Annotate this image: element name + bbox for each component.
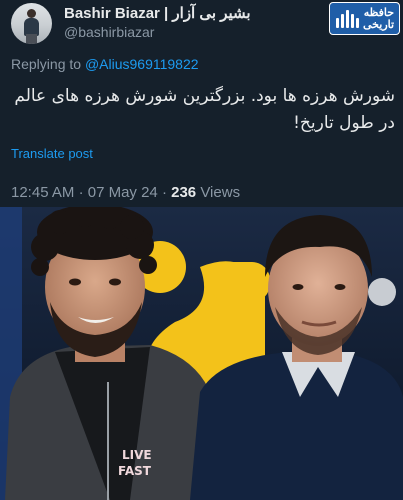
author-display-name[interactable]: Bashir Biazar | بشیر بی آزار [64, 4, 251, 22]
replying-to: Replying to @Alius969119822 [11, 56, 199, 72]
shirt-print-line2: FAST [118, 464, 152, 478]
logo-text: حافظه تاریخی [363, 6, 395, 31]
tweet-text: شورش هرزه ها بود. بزرگترین شورش هرزه های… [14, 86, 395, 133]
avatar-figure-head [27, 9, 36, 18]
author-handle[interactable]: @bashirbiazar [64, 24, 154, 40]
shirt-print-line1: LIVE [122, 448, 152, 462]
translate-post-link[interactable]: Translate post [11, 146, 93, 161]
views-count: 236 [171, 184, 197, 201]
author-name-row[interactable]: Bashir Biazar | بشیر بی آزار [64, 4, 251, 22]
replying-to-label: Replying to [11, 56, 82, 72]
meta-separator: · [78, 184, 88, 201]
avatar-figure-legs [26, 34, 37, 44]
tweet-date[interactable]: 07 May 24 [88, 184, 158, 201]
tweet-meta: 12:45 AM · 07 May 24 · 236 Views [11, 184, 240, 201]
hafeze-tarikhi-logo: حافظه تاریخی [329, 2, 400, 35]
views-label: Views [200, 184, 241, 201]
tweet-photo[interactable]: LIVE FAST [0, 207, 403, 500]
photo-illustration: LIVE FAST [0, 207, 403, 500]
tweet-time[interactable]: 12:45 AM [11, 184, 74, 201]
meta-separator: · [161, 184, 172, 201]
tweet-header: Bashir Biazar | بشیر بی آزار @bashirbiaz… [0, 0, 403, 50]
reply-mention-link[interactable]: @Alius969119822 [85, 56, 199, 72]
columns-icon [336, 9, 359, 28]
author-avatar[interactable] [11, 3, 52, 44]
